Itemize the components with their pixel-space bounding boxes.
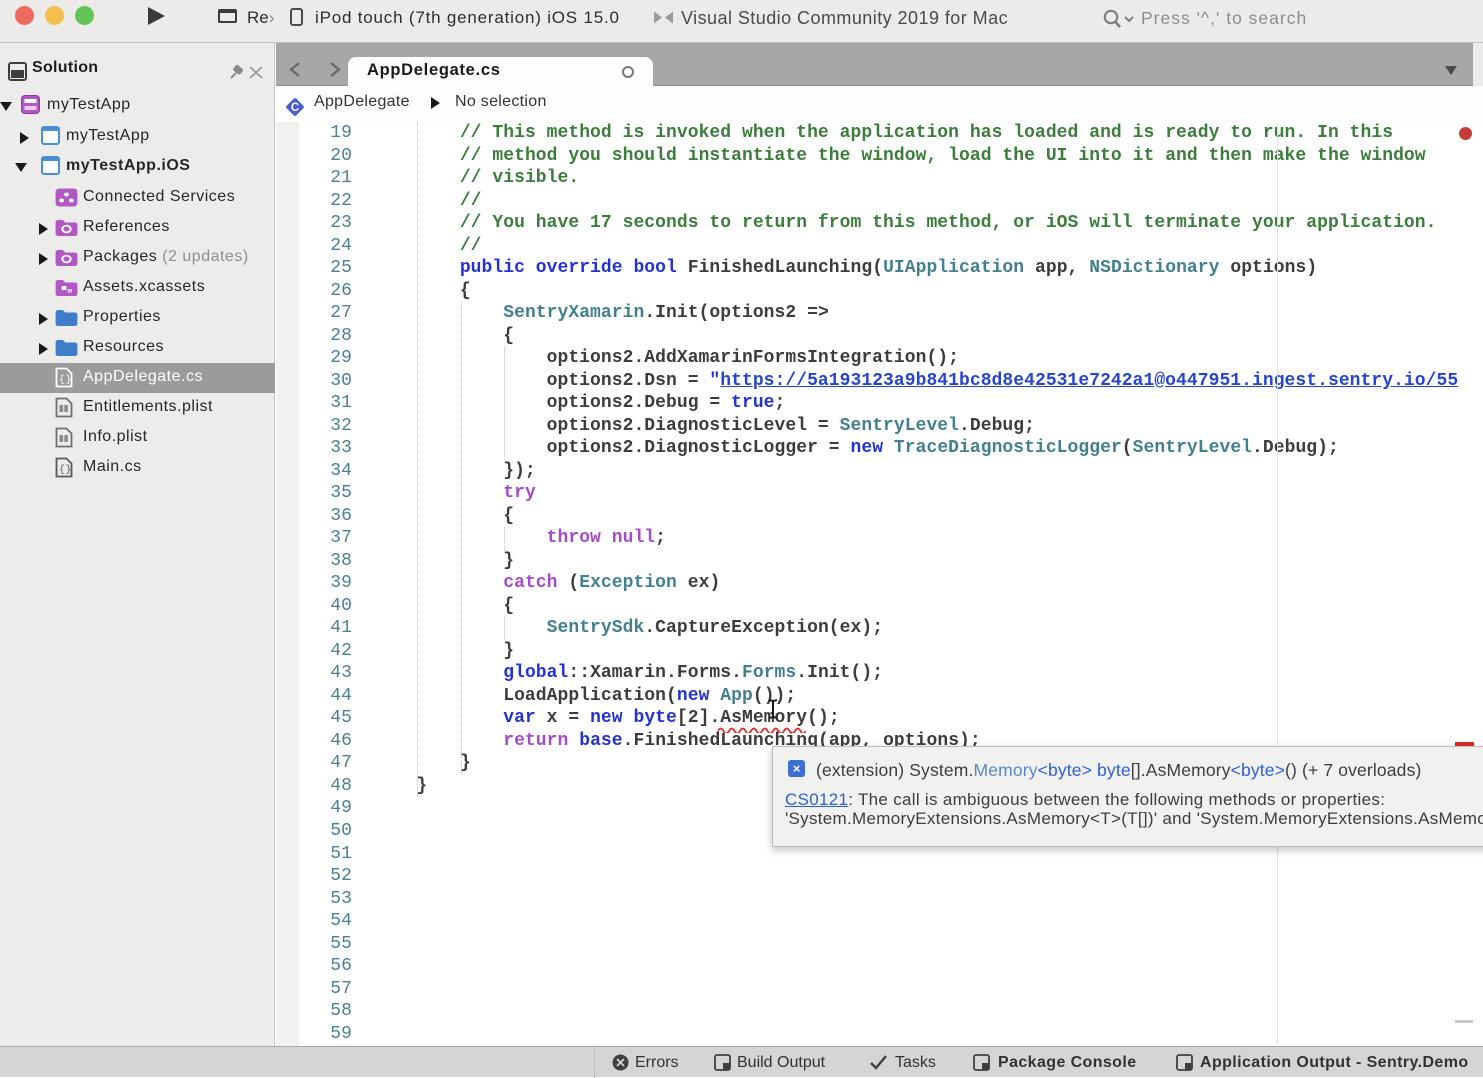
svg-text:{}: {} bbox=[59, 374, 72, 386]
svg-text:C: C bbox=[291, 102, 299, 114]
svg-text:{}: {} bbox=[59, 464, 72, 476]
